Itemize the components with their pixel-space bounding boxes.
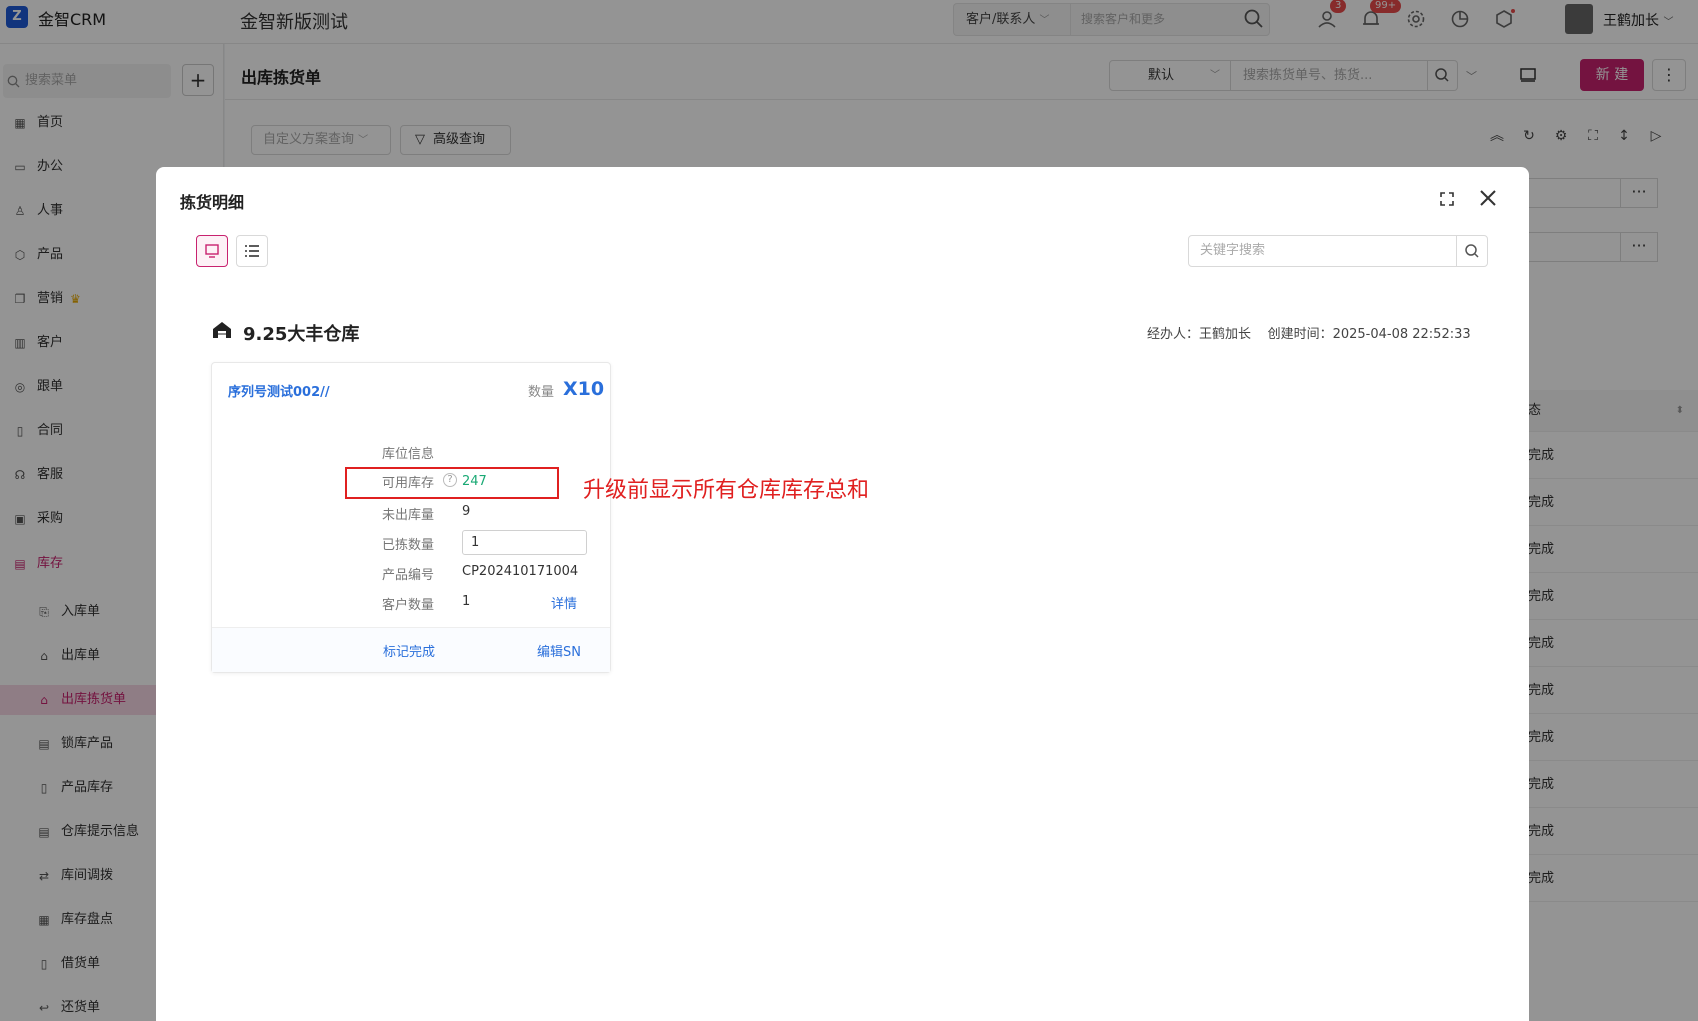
search-icon[interactable] <box>1456 235 1488 267</box>
picked-qty-input[interactable]: 1 <box>462 530 587 555</box>
keyword-search-input[interactable]: 关键字搜索 <box>1188 235 1457 267</box>
unshipped-label: 未出库量 <box>382 508 435 523</box>
edit-sn-button[interactable]: 编辑SN <box>537 641 581 660</box>
picking-meta: 经办人：王鹤加长 创建时间：2025-04-08 22:52:33 <box>1147 327 1471 342</box>
annotation-text: 升级前显示所有仓库库存总和 <box>583 478 870 503</box>
picked-qty-label: 已拣数量 <box>382 538 435 553</box>
detail-link[interactable]: 详情 <box>551 593 577 612</box>
close-icon[interactable] <box>1476 186 1500 210</box>
quantity-label: 数量 <box>528 385 555 400</box>
list-view-button[interactable] <box>236 235 268 267</box>
mark-done-button[interactable]: 标记完成 <box>383 641 435 660</box>
annotation-highlight-box <box>345 467 559 499</box>
unshipped-value: 9 <box>462 504 471 519</box>
product-name-link[interactable]: 序列号测试002// <box>228 381 330 400</box>
warehouse-icon <box>212 320 232 340</box>
modal-title: 拣货明细 <box>180 193 245 212</box>
warehouse-name: 9.25大丰仓库 <box>243 324 360 345</box>
card-view-button[interactable] <box>196 235 228 267</box>
product-code-value: CP202410171004 <box>462 564 579 579</box>
product-code-label: 产品编号 <box>382 568 435 583</box>
customer-qty-label: 客户数量 <box>382 598 435 613</box>
expand-icon[interactable] <box>1437 189 1457 209</box>
location-label: 库位信息 <box>382 447 435 462</box>
quantity-value: X10 <box>563 378 605 400</box>
customer-qty-value: 1 <box>462 594 471 609</box>
